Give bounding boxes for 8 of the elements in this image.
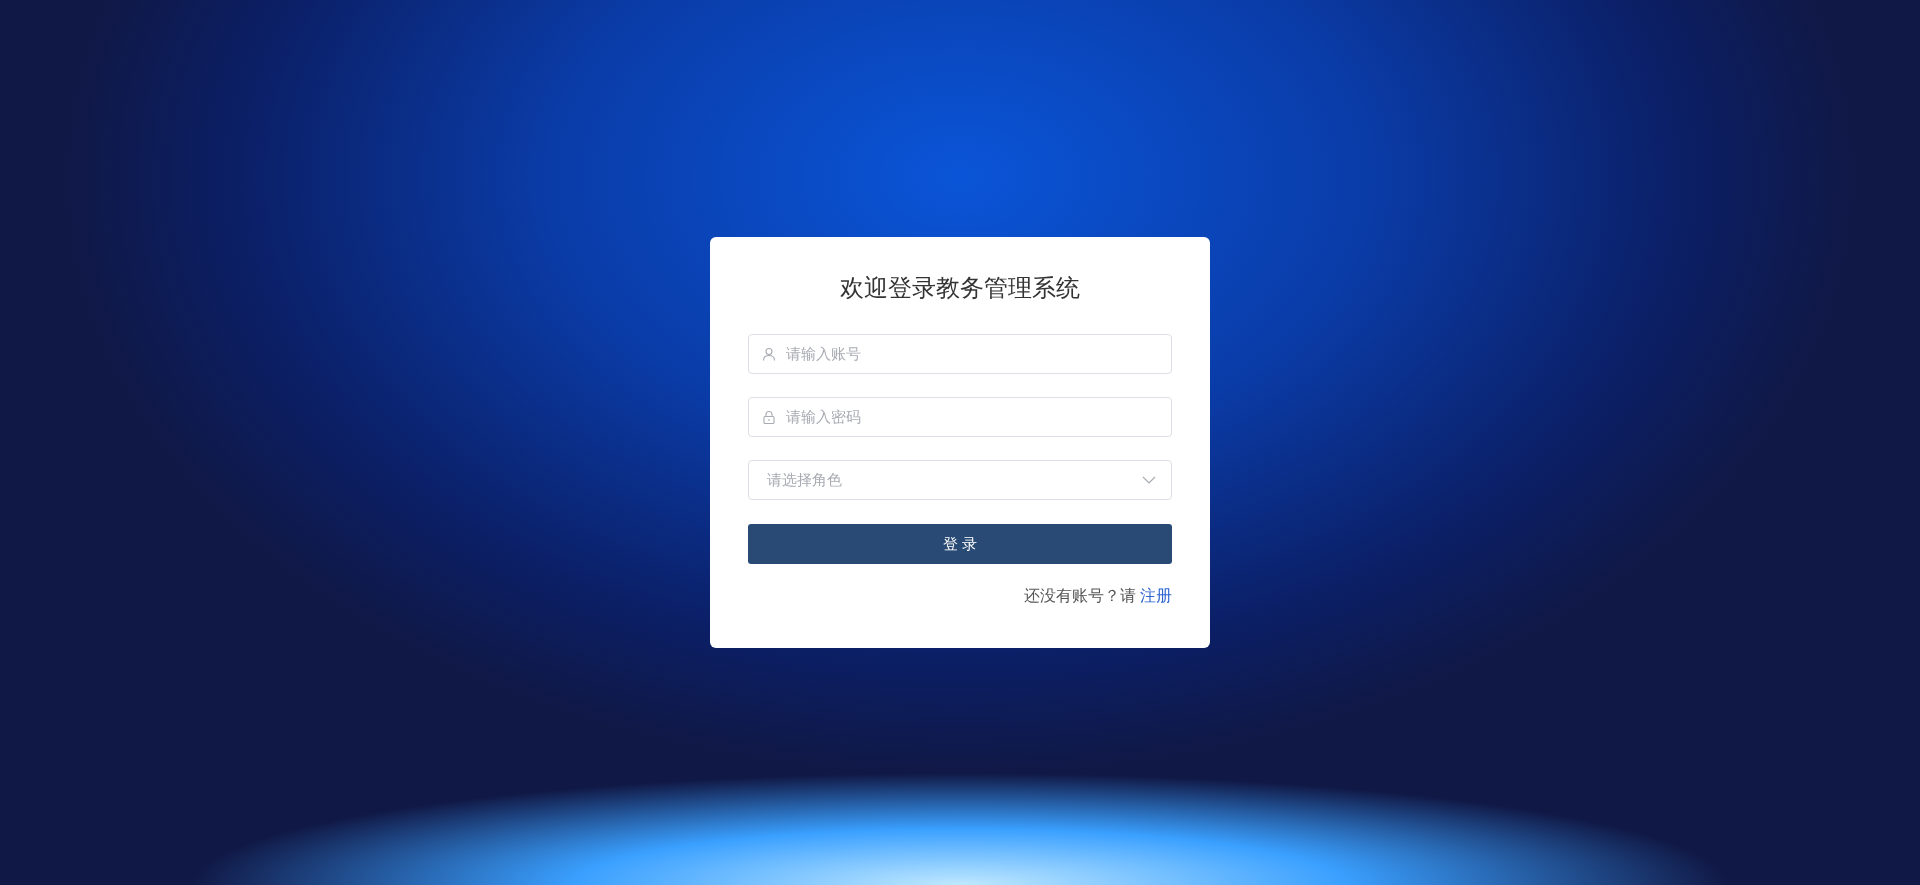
register-link[interactable]: 注册 xyxy=(1140,586,1172,607)
password-input[interactable]: 请输入密码 xyxy=(748,397,1172,437)
register-prompt: 还没有账号？请 xyxy=(1024,586,1136,607)
role-select[interactable]: 请选择角色 xyxy=(748,460,1172,500)
chevron-down-icon xyxy=(1142,476,1156,484)
account-input[interactable]: 请输入账号 xyxy=(748,334,1172,374)
login-button[interactable]: 登 录 xyxy=(748,524,1172,564)
login-title: 欢迎登录教务管理系统 xyxy=(839,273,1081,304)
